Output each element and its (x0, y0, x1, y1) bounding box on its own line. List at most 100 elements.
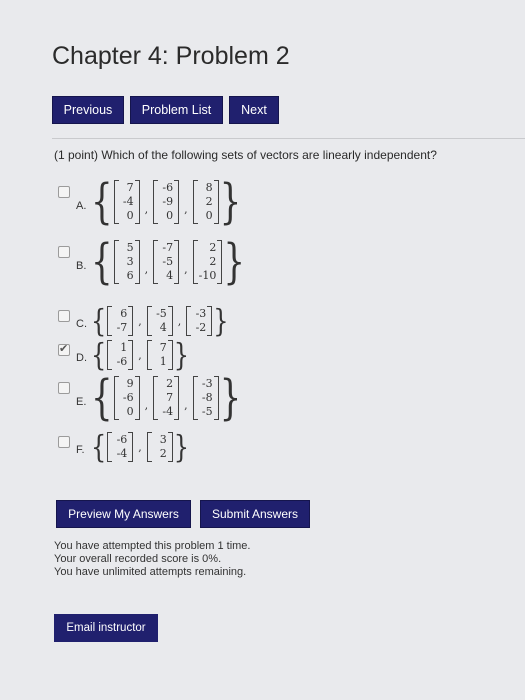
comma-separator: , (138, 349, 142, 362)
left-brace: { (91, 428, 107, 466)
comma-separator: , (184, 203, 188, 216)
left-brace: { (91, 336, 107, 374)
option-checkbox[interactable] (58, 342, 70, 356)
vector-entry: 1 (120, 341, 128, 354)
option-checkbox[interactable] (58, 246, 70, 258)
vector-entry: 2 (209, 255, 217, 268)
column-vector: 1 -6 (107, 340, 134, 370)
vector-entry: 7 (166, 391, 174, 404)
vector-entry: 4 (166, 269, 174, 282)
vector-entry: 5 (126, 241, 134, 254)
vector-set: {5 3 6, -7 -5 4, 2 2 -10} (90, 234, 246, 290)
vector-set: {7 -4 0, -6 -9 0, 8 2 0} (90, 174, 242, 230)
previous-button[interactable]: Previous (52, 96, 124, 124)
vector-entry: -8 (201, 391, 213, 404)
vector-entry: 3 (159, 433, 167, 446)
vector-entry: -5 (162, 255, 174, 268)
vector-entry: 2 (166, 377, 174, 390)
comma-separator: , (144, 203, 149, 216)
option-label: B. (76, 260, 87, 272)
vector-entry: 7 (159, 341, 167, 354)
option-checkbox[interactable] (58, 310, 70, 322)
vector-entry: 2 (205, 195, 213, 208)
option-label: C. (76, 318, 87, 330)
right-brace: } (173, 336, 190, 374)
option-label: D. (76, 352, 87, 364)
vector-entry: 7 (126, 181, 134, 194)
right-brace: } (219, 370, 242, 426)
vector-entry: 6 (126, 269, 134, 282)
divider (52, 138, 525, 139)
vector-entry: -7 (162, 241, 174, 254)
column-vector: -3 -8 -5 (192, 376, 219, 420)
vector-entry: 8 (205, 181, 213, 194)
column-vector: 6 -7 (107, 306, 134, 336)
comma-separator: , (184, 263, 188, 276)
column-vector: 71 (146, 340, 173, 370)
vector-entry: 9 (126, 377, 134, 390)
next-button[interactable]: Next (229, 96, 279, 124)
column-vector: -6 -9 0 (153, 180, 180, 224)
right-brace: } (223, 234, 245, 290)
left-brace: { (91, 370, 113, 426)
status-line: You have attempted this problem 1 time. (54, 540, 251, 552)
vector-entry: -6 (162, 181, 174, 194)
vector-set: {-6 -4, 3 2} (90, 428, 190, 466)
vector-entry: -5 (201, 405, 213, 418)
vector-entry: 0 (126, 209, 134, 222)
vector-entry: 3 (126, 255, 134, 268)
option-checkbox[interactable] (58, 186, 70, 198)
column-vector: -5 4 (146, 306, 173, 336)
column-vector: -6 -4 (107, 432, 134, 462)
vector-entry: 2 (159, 447, 167, 460)
column-vector: 2 7 -4 (153, 376, 180, 420)
column-vector: -7 -5 4 (153, 240, 180, 284)
column-vector: 32 (146, 432, 173, 462)
comma-separator: , (184, 399, 188, 412)
left-brace: { (91, 234, 113, 290)
comma-separator: , (177, 315, 182, 328)
left-brace: { (91, 174, 113, 230)
option-checkbox[interactable] (58, 436, 70, 448)
vector-entry: -2 (195, 321, 207, 334)
vector-entry: 1 (159, 355, 167, 368)
vector-entry: -7 (116, 321, 128, 334)
option-label: A. (76, 200, 87, 212)
page-title: Chapter 4: Problem 2 (52, 42, 290, 70)
vector-entry: 0 (166, 209, 174, 222)
column-vector: 820 (192, 180, 219, 224)
email-instructor-button[interactable]: Email instructor (54, 614, 158, 642)
right-brace: } (219, 174, 242, 230)
vector-entry: -3 (195, 307, 207, 320)
column-vector: 7 -4 0 (113, 180, 140, 224)
vector-entry: -5 (156, 307, 167, 320)
column-vector: 536 (113, 240, 140, 284)
vector-entry: 6 (120, 307, 128, 320)
vector-set: {9 -6 0, 2 7 -4, -3 -8 -5} (90, 370, 242, 426)
vector-set: {1 -6, 7 1} (90, 336, 190, 374)
vector-entry: -4 (122, 195, 134, 208)
vector-entry: -9 (162, 195, 174, 208)
option-checkbox[interactable] (58, 382, 70, 394)
vector-entry: 2 (209, 241, 217, 254)
vector-entry: -10 (198, 269, 217, 282)
vector-set: {6 -7, -5 4, -3 -2} (90, 302, 230, 340)
vector-entry: -6 (116, 355, 128, 368)
right-brace: } (173, 428, 190, 466)
option-label: F. (76, 444, 85, 456)
vector-entry: 0 (205, 209, 213, 222)
question-text: (1 point) Which of the following sets of… (54, 148, 437, 162)
preview-answers-button[interactable]: Preview My Answers (56, 500, 191, 528)
vector-entry: -6 (116, 433, 128, 446)
submit-answers-button[interactable]: Submit Answers (200, 500, 310, 528)
status-line: Your overall recorded score is 0%. (54, 553, 222, 565)
status-line: You have unlimited attempts remaining. (54, 566, 247, 578)
right-brace: } (213, 302, 229, 340)
comma-separator: , (138, 441, 142, 454)
vector-entry: -4 (116, 447, 128, 460)
comma-separator: , (144, 399, 149, 412)
attempt-status: You have attempted this problem 1 time. … (54, 540, 251, 579)
comma-separator: , (144, 263, 149, 276)
vector-entry: -3 (201, 377, 213, 390)
problem-list-button[interactable]: Problem List (130, 96, 223, 124)
